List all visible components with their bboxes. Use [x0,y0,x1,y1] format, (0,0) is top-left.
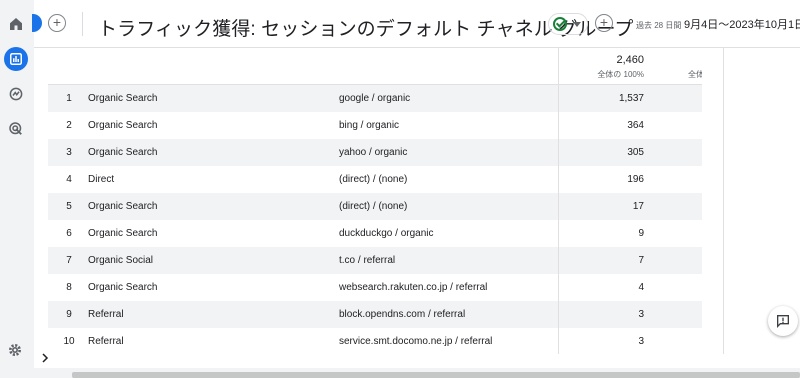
table-row[interactable]: 1 Organic Search google / organic 1,537 [48,85,702,112]
channel-group: Referral [88,309,124,320]
sessions-value: 7 [638,255,644,266]
table-right-edge [702,48,724,354]
channel-group: Organic Search [88,201,158,212]
comparison-indicator[interactable] [32,14,42,32]
table-row[interactable]: 6 Organic Search duckduckgo / organic 9 [48,220,702,247]
row-index: 9 [66,309,72,320]
row-index: 7 [66,255,72,266]
chevron-right-icon [42,353,49,363]
source-medium: bing / organic [339,120,400,131]
sessions-value: 196 [627,174,644,185]
check-circle-icon [553,17,567,31]
source-medium: (direct) / (none) [339,174,408,185]
table-row[interactable]: 5 Organic Search (direct) / (none) 17 [48,193,702,220]
left-nav-rail [0,0,34,378]
source-medium: websearch.rakuten.co.jp / referral [339,282,488,293]
feedback-button[interactable] [768,306,798,336]
row-index: 8 [66,282,72,293]
sessions-value: 3 [638,309,644,320]
table-row[interactable]: 7 Organic Social t.co / referral 7 [48,247,702,274]
feedback-icon [777,315,789,328]
report-status-dropdown[interactable] [548,13,588,35]
caret-down-icon [573,21,581,27]
channel-group: Organic Search [88,228,158,239]
row-index: 3 [66,147,72,158]
total-percent: 全体の 100% [597,70,644,79]
sessions-value: 364 [627,120,644,131]
source-medium: duckduckgo / organic [339,228,434,239]
explore-icon [9,87,23,101]
source-medium: (direct) / (none) [339,201,408,212]
sessions-value: 1,537 [618,93,644,104]
settings-button[interactable] [5,340,25,360]
add-comparison-button[interactable]: + [48,14,66,32]
channel-group: Organic Search [88,93,158,104]
home-icon [10,18,22,30]
column-divider [558,48,559,354]
header-divider [82,12,83,36]
expand-nav-button[interactable] [36,348,54,368]
row-index: 6 [66,228,72,239]
row-index: 5 [66,201,72,212]
channel-group: Organic Social [88,255,154,266]
plus-icon: + [599,14,609,30]
nav-reports[interactable] [4,47,28,71]
channel-group: Organic Search [88,147,158,158]
nav-advertising[interactable] [4,117,28,141]
sessions-value: 3 [638,336,644,347]
row-index: 1 [66,93,72,104]
plus-icon: + [52,14,62,30]
sessions-value: 17 [632,201,644,212]
source-medium: t.co / referral [339,255,396,266]
table-row[interactable]: 8 Organic Search websearch.rakuten.co.jp… [48,274,702,301]
channel-group: Organic Search [88,120,158,131]
horizontal-scrollbar-thumb[interactable] [72,372,800,378]
row-index: 2 [66,120,72,131]
nav-explore[interactable] [4,82,28,106]
advertising-icon [9,122,22,135]
row-index: 4 [66,174,72,185]
next-column-total: 全体 [688,70,702,79]
sessions-value: 4 [638,282,644,293]
source-medium: block.opendns.com / referral [339,309,466,320]
sessions-value: 9 [638,228,644,239]
row-index: 10 [63,336,75,347]
report-header: + トラフィック獲得: セッションのデフォルト チャネル グループ + 過去 2… [32,0,800,48]
table-row[interactable]: 10 Referral service.smt.docomo.ne.jp / r… [48,328,702,354]
channel-group: Referral [88,336,124,347]
date-range-label: 過去 28 日間 [636,21,682,30]
gear-icon [9,344,21,356]
sessions-value: 305 [627,147,644,158]
nav-home[interactable] [4,12,28,36]
source-medium: google / organic [339,93,411,104]
table-row[interactable]: 9 Referral block.opendns.com / referral … [48,301,702,328]
channel-group: Direct [88,174,115,185]
data-table: 2,460 全体の 100% 全体 1 Organic Search googl… [48,48,702,354]
source-medium: yahoo / organic [339,147,408,158]
channel-group: Organic Search [88,282,158,293]
add-filter-button[interactable]: + [595,14,613,32]
total-sessions: 2,460 [616,54,644,66]
totals-row: 2,460 全体の 100% 全体 [48,48,702,85]
date-range-picker[interactable]: 9月4日～2023年10月1日 [684,16,800,32]
source-medium: service.smt.docomo.ne.jp / referral [339,336,493,347]
table-row[interactable]: 4 Direct (direct) / (none) 196 [48,166,702,193]
table-row[interactable]: 3 Organic Search yahoo / organic 305 [48,139,702,166]
bar-chart-icon [10,53,22,65]
table-row[interactable]: 2 Organic Search bing / organic 364 [48,112,702,139]
